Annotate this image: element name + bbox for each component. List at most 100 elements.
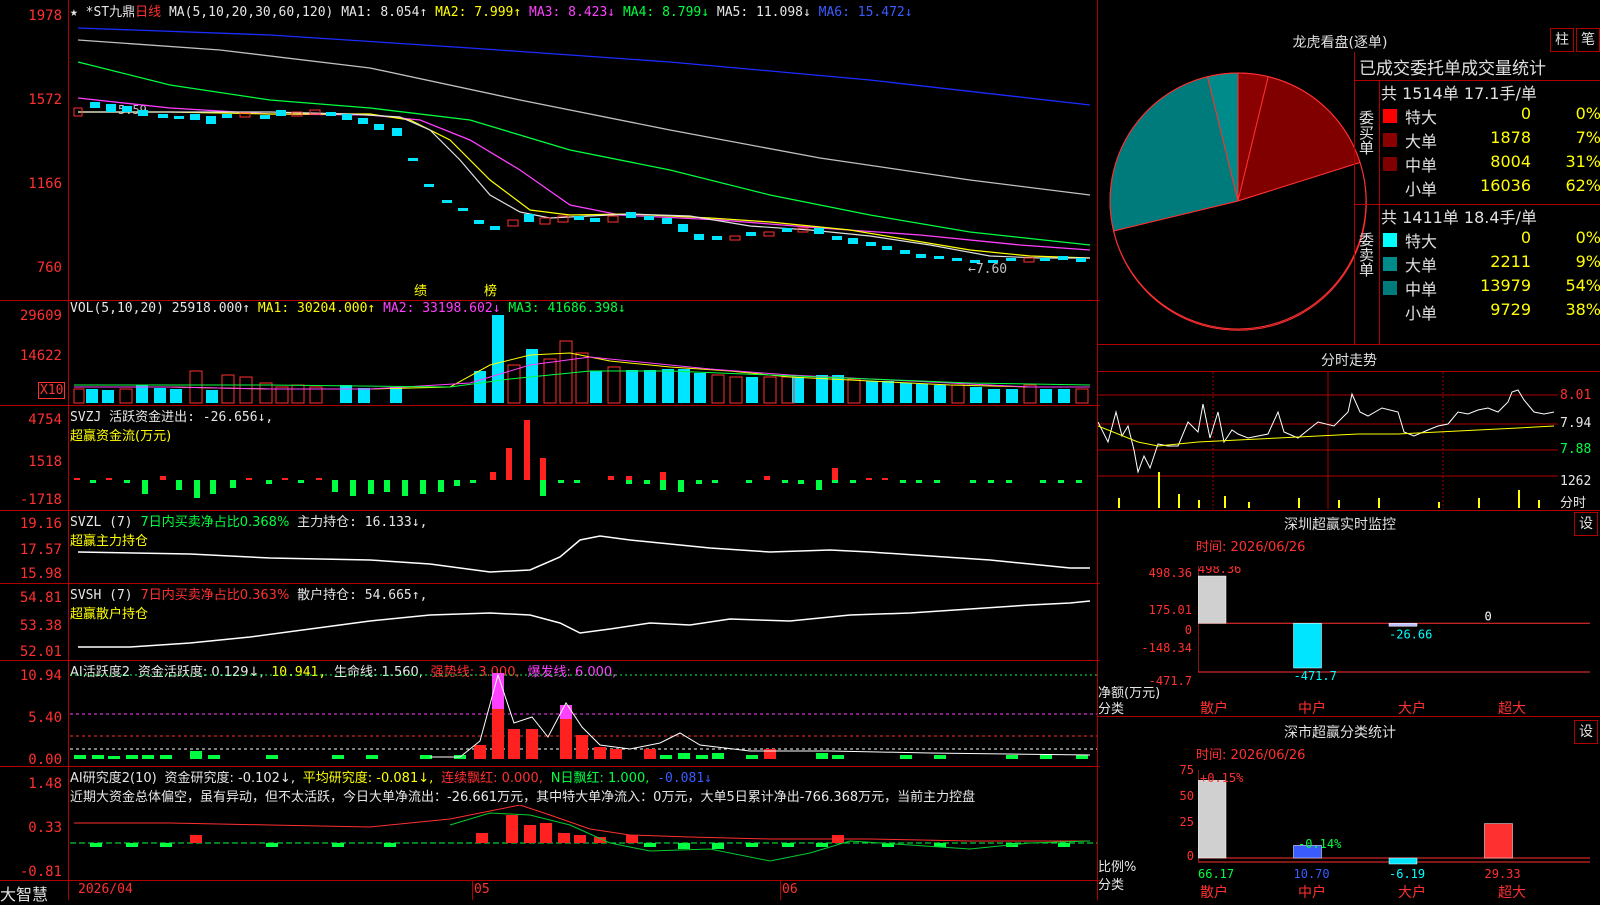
separator	[1098, 344, 1600, 345]
ai-research-text: 近期大资金总体偏空，虽有异动，但不太活跃，今日大单净流出：-26.661万元，其…	[70, 790, 976, 805]
volume-chart	[73, 315, 1091, 404]
separator	[1098, 510, 1600, 511]
value-label-3: 29.33	[1485, 867, 1521, 881]
value-label-0: 498.36	[1198, 566, 1241, 576]
bar-1	[1293, 623, 1322, 669]
row-name: 小单	[1405, 304, 1438, 323]
row-count: 13979	[1480, 276, 1531, 295]
value-label-0: 66.17	[1198, 867, 1234, 881]
buy-row-medium: 中单 8004 31%	[1381, 152, 1600, 176]
order-pie-chart[interactable]	[1108, 66, 1368, 336]
intraday-axis-3: 7.88	[1560, 442, 1592, 457]
price-axis-3: 1166	[28, 176, 62, 192]
sell-row-xl: 特大 0 0%	[1381, 228, 1600, 252]
legend-swatch	[1383, 257, 1397, 271]
sz-class-cat-retail: 散户	[1200, 885, 1228, 901]
sz-monitor-time: 时间: 2026/06/26	[1196, 540, 1306, 555]
sz-class-settings-button[interactable]: 设	[1574, 720, 1598, 744]
svzj-axis-1: 4754	[28, 412, 62, 428]
row-name: 特大	[1405, 108, 1438, 127]
row-count: 8004	[1490, 152, 1531, 171]
sell-total: 共 1411单 18.4手/单	[1381, 208, 1537, 227]
row-count: 16036	[1480, 176, 1531, 195]
row-pct: 0%	[1575, 228, 1600, 247]
ai-research-e: -0.081↓	[657, 771, 712, 786]
ai-research-b: 平均研究度: -0.081↓,	[302, 771, 434, 786]
vol-unit-badge[interactable]: X10	[38, 382, 66, 399]
row-pct: 54%	[1565, 276, 1600, 295]
ai-active-axis-1: 10.94	[19, 668, 62, 684]
x-axis-label-jun: 06	[782, 882, 798, 897]
brand-logo[interactable]: 大智慧	[0, 881, 70, 905]
row-count: 1878	[1490, 128, 1531, 147]
order-stats-header: 已成交委托单成交量统计	[1359, 59, 1546, 79]
ai-research-a: 资金研究度: -0.102↓,	[164, 771, 295, 786]
sz-monitor-xlabel: 分类	[1098, 702, 1125, 717]
sz-monitor-cat-xl: 超大	[1498, 701, 1526, 717]
value-label-2: -26.66	[1389, 627, 1432, 641]
row-count: 2211	[1490, 252, 1531, 271]
sz-class-axis-1: 75	[1179, 763, 1194, 777]
row-pct: 38%	[1565, 300, 1600, 319]
buy-row-large: 大单 1878 7%	[1381, 128, 1600, 152]
buy-total: 共 1514单 17.1手/单	[1381, 84, 1537, 103]
separator	[1379, 204, 1380, 344]
svzj-axis-2: 1518	[28, 454, 62, 470]
buy-row-small: 小单 16036 62%	[1381, 176, 1600, 200]
row-pct: 9%	[1575, 252, 1600, 271]
ai-active-axis-3: 0.00	[28, 752, 62, 768]
bar-2	[1388, 623, 1418, 627]
price-axis-4: 760	[36, 260, 62, 276]
ai-research-title: AI研究度2(10)	[70, 771, 157, 786]
mid-change-label: -0.14%	[1298, 837, 1342, 851]
y-axis-line	[68, 0, 69, 900]
bar-2	[1388, 857, 1418, 865]
sz-monitor-cat-large: 大户	[1398, 701, 1426, 717]
right-panel: 龙虎看盘(逐单) 柱 笔 已成交委托单成交量统计 委买单 共 1514单 17.…	[1098, 0, 1600, 901]
sell-row-small: 小单 9729 38%	[1381, 300, 1600, 324]
row-count: 9729	[1490, 300, 1531, 319]
x-axis-label-may: 05	[474, 882, 490, 897]
bar-view-button[interactable]: 柱	[1550, 28, 1574, 52]
kline-chart[interactable]	[70, 0, 1097, 300]
order-stats-table: 已成交委托单成交量统计 委买单 共 1514单 17.1手/单 特大 0 0% …	[1354, 52, 1600, 344]
value-label-1: 10.70	[1294, 867, 1330, 881]
sz-monitor-settings-button[interactable]: 设	[1574, 512, 1598, 536]
ai-research-d: N日飘红: 1.000,	[550, 771, 650, 786]
legend-swatch	[1383, 109, 1397, 123]
intraday-chart[interactable]	[1098, 372, 1558, 509]
bar-0	[1198, 575, 1227, 624]
sz-monitor-title: 深圳超赢实时监控	[1284, 517, 1396, 533]
legend-swatch	[1383, 233, 1397, 247]
ai-research-axis-2: 0.33	[28, 820, 62, 836]
sz-class-time: 时间: 2026/06/26	[1196, 748, 1306, 763]
row-count: 0	[1520, 228, 1531, 247]
svzl-axis-1: 19.16	[19, 516, 62, 532]
buy-row-xl: 特大 0 0%	[1381, 104, 1600, 128]
sz-class-axis-3: 25	[1179, 815, 1194, 829]
sz-monitor-chart[interactable]: 498.36 -471.7 -26.66 0	[1198, 566, 1590, 686]
ai-active-axis-2: 5.40	[28, 710, 62, 726]
tick-view-button[interactable]: 笔	[1576, 28, 1600, 52]
sz-monitor-axis-2: 175.01	[1148, 603, 1192, 617]
row-name: 中单	[1405, 156, 1438, 175]
sz-monitor-axis-4: -148.34	[1141, 641, 1192, 655]
main-holding-chart	[77, 535, 1090, 573]
fund-flow-chart	[74, 420, 1082, 498]
sz-monitor-axis-1: 498.36	[1148, 566, 1192, 580]
main-chart-area[interactable]: ★ *ST九鼎日线 MA(5,10,20,30,60,120) MA1: 8.0…	[0, 0, 1100, 904]
price-axis-2: 1572	[28, 92, 62, 108]
row-name: 特大	[1405, 232, 1438, 251]
x-tick	[472, 880, 473, 900]
row-name: 小单	[1405, 180, 1438, 199]
ai-research-c: 连续飘红: 0.000,	[441, 771, 543, 786]
sz-class-cat-xl: 超大	[1498, 885, 1526, 901]
svzl-axis-3: 15.98	[19, 566, 62, 582]
ai-research-chart	[70, 805, 1097, 862]
sell-row-medium: 中单 13979 54%	[1381, 276, 1600, 300]
legend-swatch	[1383, 281, 1397, 295]
legend-swatch	[1383, 133, 1397, 147]
sz-monitor-cat-mid: 中户	[1298, 701, 1326, 717]
sz-class-chart[interactable]: 66.17 10.70 -6.19 29.33 +0.15% -0.14%	[1198, 770, 1590, 882]
sz-class-axis-2: 50	[1179, 789, 1194, 803]
